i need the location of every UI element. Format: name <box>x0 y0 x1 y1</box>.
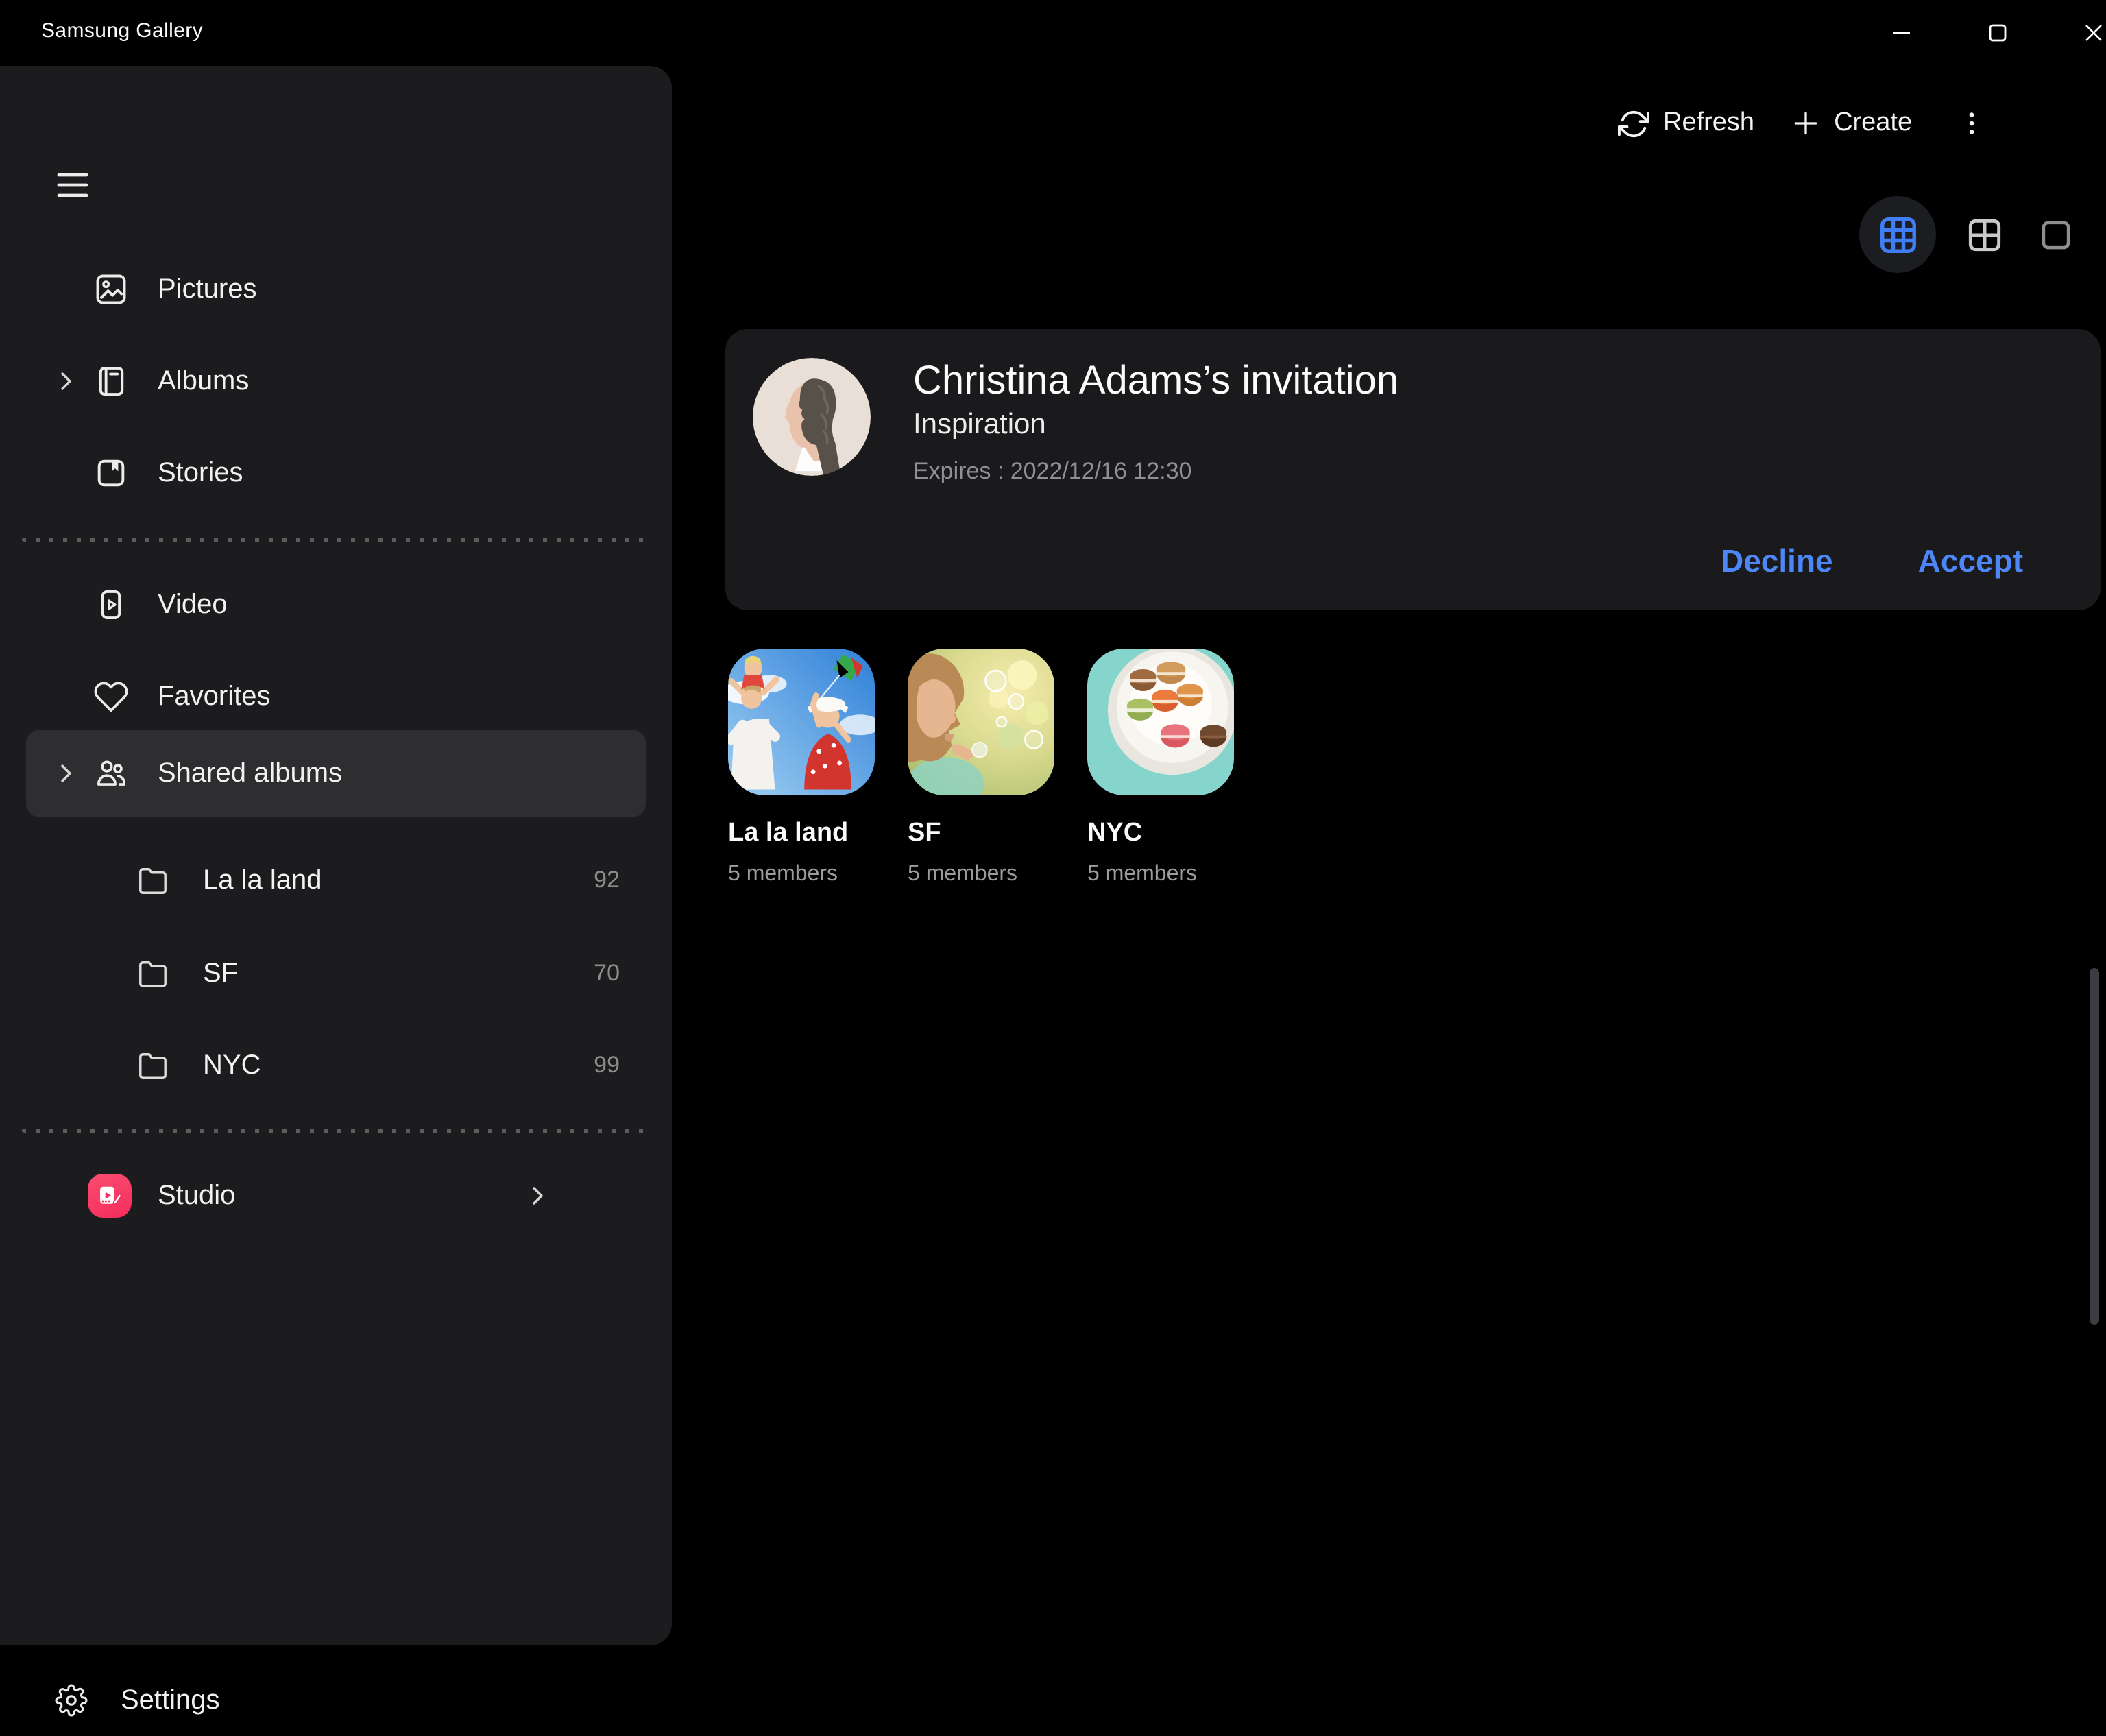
sidebar-item-label: Settings <box>121 1685 220 1716</box>
chevron-right-icon <box>52 760 80 787</box>
kebab-menu-icon <box>1956 108 1986 138</box>
album-name: La la land <box>728 819 875 849</box>
sidebar-item-settings[interactable]: Settings <box>0 1665 672 1736</box>
sidebar-item-video[interactable]: Video <box>0 569 672 640</box>
shared-album-tile-sf[interactable]: SF 5 members <box>908 649 1054 887</box>
album-name: NYC <box>1087 819 1234 849</box>
invitation-title: Christina Adams’s invitation <box>913 359 1399 405</box>
samsung-gallery-window: Samsung Gallery Pictures <box>0 0 2106 1645</box>
sidebar-item-pictures[interactable]: Pictures <box>0 254 672 325</box>
item-count-badge: 92 <box>594 867 620 894</box>
album-cover-sf <box>908 649 1054 795</box>
people-icon <box>93 756 129 791</box>
chevron-right-icon <box>52 367 80 395</box>
album-cover-la-la-land <box>728 649 875 795</box>
album-name: SF <box>908 819 1054 849</box>
sidebar-item-shared-albums[interactable]: Shared albums <box>0 738 672 809</box>
album-cover-nyc <box>1087 649 1234 795</box>
sidebar-item-label: Video <box>158 589 228 620</box>
invitation-album-name: Inspiration <box>913 409 1046 442</box>
sidebar-item-favorites[interactable]: Favorites <box>0 661 672 732</box>
video-icon <box>93 587 129 623</box>
vertical-scrollbar-thumb[interactable] <box>2090 968 2099 1325</box>
item-count-badge: 99 <box>594 1052 620 1079</box>
split-view-toggle[interactable] <box>1961 211 2007 258</box>
sidebar-subitem-label: SF <box>203 958 238 989</box>
sidebar: Pictures Albums Stories <box>0 66 672 1645</box>
album-members: 5 members <box>908 863 1054 887</box>
avatar <box>753 358 871 476</box>
sidebar-subitem-nyc[interactable]: NYC 99 <box>0 1030 672 1101</box>
maximize-button[interactable] <box>1966 0 2029 66</box>
refresh-label: Refresh <box>1663 108 1754 138</box>
album-members: 5 members <box>728 863 875 887</box>
sidebar-subitem-label: La la land <box>203 865 322 896</box>
more-options-button[interactable] <box>1956 108 1986 138</box>
grid-view-toggle-active[interactable] <box>1859 196 1936 273</box>
sidebar-item-label: Albums <box>158 365 249 397</box>
action-bar: Refresh Create <box>1618 99 1986 148</box>
sidebar-item-label: Stories <box>158 457 243 489</box>
invitation-expiry: Expires : 2022/12/16 12:30 <box>913 458 1191 485</box>
window-titlebar: Samsung Gallery <box>0 0 2106 66</box>
studio-app-icon <box>88 1174 132 1218</box>
close-icon <box>2080 19 2106 47</box>
sidebar-item-label: Shared albums <box>158 758 342 789</box>
stories-icon <box>93 455 129 491</box>
folder-icon <box>137 1050 169 1081</box>
heart-icon <box>93 679 129 714</box>
chevron-right-icon <box>524 1182 551 1209</box>
sidebar-item-label: Favorites <box>158 681 271 712</box>
close-button[interactable] <box>2062 0 2106 66</box>
albums-icon <box>93 363 129 399</box>
create-button[interactable]: Create <box>1790 108 1912 138</box>
album-members: 5 members <box>1087 863 1234 887</box>
sidebar-item-studio[interactable]: Studio <box>0 1160 672 1231</box>
shared-album-tile-nyc[interactable]: NYC 5 members <box>1087 649 1234 887</box>
hamburger-icon <box>55 167 90 203</box>
minimize-button[interactable] <box>1870 0 1933 66</box>
hamburger-menu-button[interactable] <box>55 167 90 203</box>
grid-3x3-icon <box>1876 213 1919 256</box>
folder-icon <box>137 958 169 989</box>
create-label: Create <box>1834 108 1912 138</box>
sidebar-item-stories[interactable]: Stories <box>0 437 672 509</box>
folder-icon <box>137 865 169 896</box>
shared-album-tile-la-la-land[interactable]: La la land 5 members <box>728 649 875 887</box>
view-toggle-group <box>1859 196 2079 273</box>
invitation-actions: Decline Accept <box>1721 543 2046 580</box>
single-view-toggle[interactable] <box>2032 211 2079 258</box>
refresh-button[interactable]: Refresh <box>1618 108 1754 139</box>
sidebar-item-label: Pictures <box>158 274 257 305</box>
sidebar-divider <box>22 538 650 542</box>
window-title: Samsung Gallery <box>41 19 203 43</box>
sidebar-subitem-la-la-land[interactable]: La la land 92 <box>0 845 672 916</box>
maximize-icon <box>1984 19 2011 47</box>
sidebar-subitem-label: NYC <box>203 1050 261 1081</box>
minimize-icon <box>1888 19 1915 47</box>
refresh-icon <box>1618 108 1649 139</box>
item-count-badge: 70 <box>594 960 620 987</box>
plus-icon <box>1790 108 1820 138</box>
sidebar-item-albums[interactable]: Albums <box>0 346 672 417</box>
grid-2x2-icon <box>1963 213 2005 256</box>
gear-icon <box>55 1684 88 1717</box>
accept-button[interactable]: Accept <box>1918 543 2023 580</box>
pictures-icon <box>93 272 129 307</box>
sidebar-divider <box>22 1129 650 1133</box>
decline-button[interactable]: Decline <box>1721 543 1833 580</box>
square-icon <box>2035 215 2075 254</box>
sidebar-subitem-sf[interactable]: SF 70 <box>0 938 672 1009</box>
sidebar-item-label: Studio <box>158 1180 235 1211</box>
